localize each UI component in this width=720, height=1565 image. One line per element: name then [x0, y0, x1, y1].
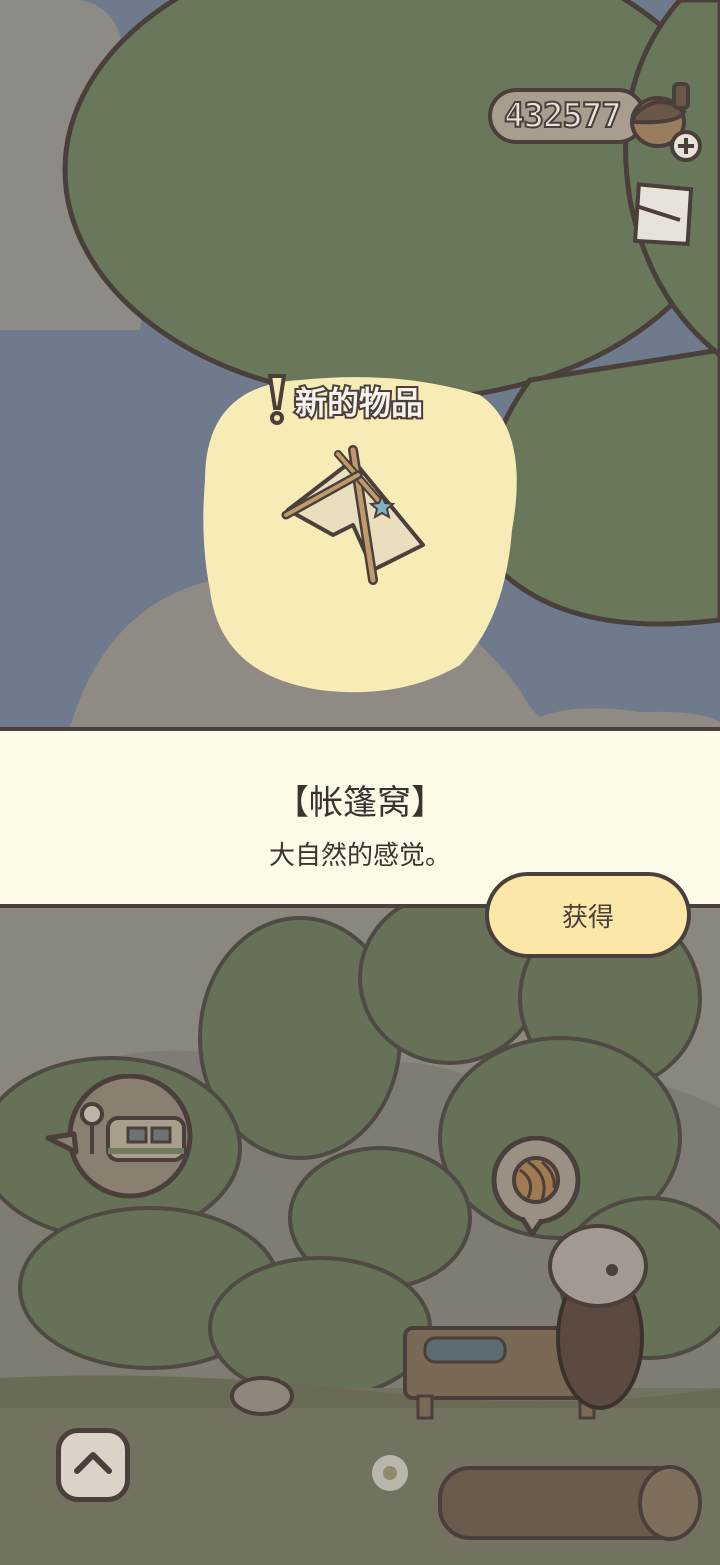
expand-button[interactable] — [56, 1428, 130, 1502]
letter-icon[interactable] — [622, 180, 702, 260]
item-name: 【帐篷窝】 — [275, 783, 445, 823]
currency-amount: 432577 — [503, 95, 623, 137]
acorn-icon — [630, 82, 702, 162]
plus-icon[interactable] — [670, 130, 702, 162]
travel-bubble[interactable] — [44, 1074, 194, 1204]
obtain-button[interactable]: 获得 — [485, 872, 691, 958]
craft-bubble[interactable] — [488, 1136, 588, 1236]
yarn-ball-icon — [512, 1156, 560, 1204]
rock — [230, 1376, 294, 1416]
new-item-badge: 新的物品 — [293, 382, 425, 424]
chevron-up-icon — [74, 1452, 112, 1474]
exclamation-icon — [267, 374, 287, 425]
item-description: 大自然的感觉。 — [268, 841, 451, 871]
log — [438, 1465, 702, 1541]
tent-icon — [281, 445, 425, 585]
flower — [372, 1455, 408, 1491]
